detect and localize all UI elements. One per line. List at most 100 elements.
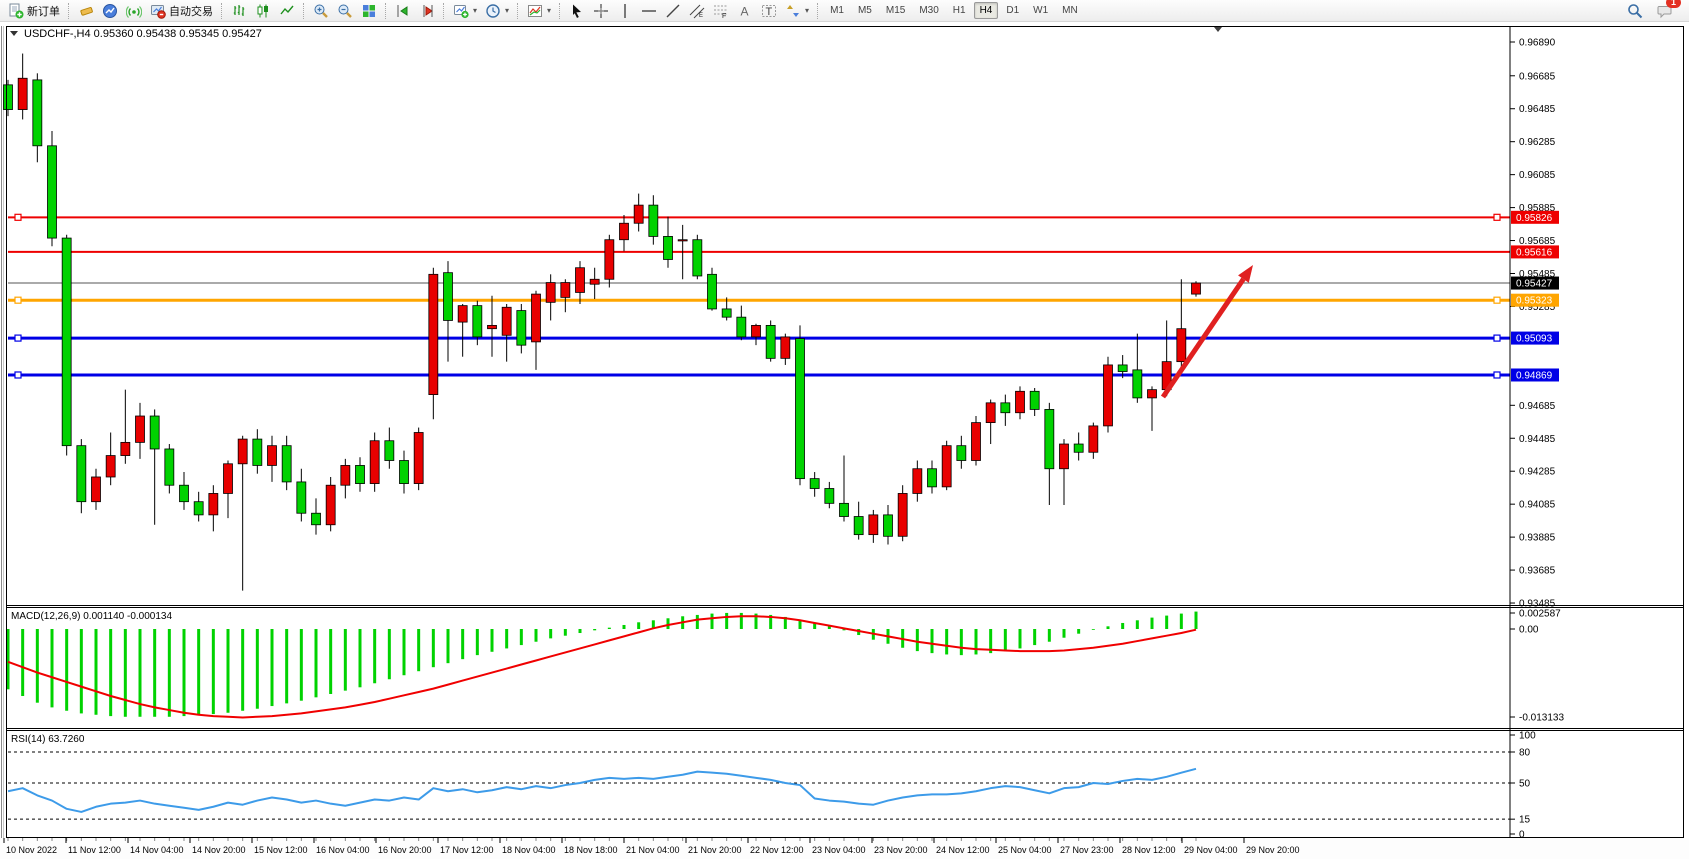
signals-button[interactable]	[122, 0, 146, 22]
market-watch-icon	[102, 3, 118, 19]
price-badge-label: 0.94869	[1516, 370, 1553, 381]
tab-timeframe-M1[interactable]: M1	[824, 2, 850, 19]
macd-histogram-bar	[197, 629, 200, 715]
cursor-icon	[569, 3, 585, 19]
tab-timeframe-MN[interactable]: MN	[1056, 2, 1084, 19]
notifications-button[interactable]: 1	[1653, 0, 1677, 22]
candle-body	[209, 493, 218, 514]
line-handle[interactable]	[15, 214, 21, 220]
indicators-button[interactable]: ▾	[523, 0, 555, 22]
time-label: 27 Nov 23:00	[1060, 845, 1114, 855]
candle-body	[414, 432, 423, 483]
candle-body	[326, 485, 335, 525]
cursor-button[interactable]	[565, 0, 589, 22]
market-watch-button[interactable]	[98, 0, 122, 22]
line-handle[interactable]	[1494, 372, 1500, 378]
macd-axis-label: 0.00	[1519, 625, 1539, 636]
macd-histogram-bar	[388, 629, 391, 679]
macd-histogram-bar	[212, 629, 215, 714]
crosshair-button[interactable]	[589, 0, 613, 22]
candle-body	[458, 306, 467, 322]
candle-body	[649, 205, 658, 236]
text-button[interactable]: A	[733, 0, 757, 22]
line-handle[interactable]	[15, 335, 21, 341]
candle-body	[737, 317, 746, 337]
time-label: 21 Nov 20:00	[688, 845, 742, 855]
profiles-button[interactable]: ▾	[481, 0, 513, 22]
separator	[559, 3, 561, 19]
text-label-button[interactable]: T	[757, 0, 781, 22]
chart-canvas[interactable]: USDCHF-,H4 0.95360 0.95438 0.95345 0.954…	[0, 24, 1689, 859]
macd-histogram-bar	[549, 629, 552, 638]
time-label: 28 Nov 12:00	[1122, 845, 1176, 855]
candlestick-button[interactable]	[251, 0, 275, 22]
tab-timeframe-H1[interactable]: H1	[947, 2, 972, 19]
trendline-button[interactable]	[661, 0, 685, 22]
chart-shift-button[interactable]	[415, 0, 439, 22]
candle-body	[136, 416, 145, 442]
macd-histogram-bar	[945, 629, 948, 654]
macd-histogram-bar	[256, 629, 259, 709]
line-handle[interactable]	[1494, 297, 1500, 303]
rsi-label: RSI(14) 63.7260	[11, 734, 85, 745]
new-order-button[interactable]: 新订单	[4, 0, 64, 22]
macd-histogram-bar	[637, 622, 640, 629]
bar-chart-button[interactable]	[227, 0, 251, 22]
macd-histogram-bar	[975, 629, 978, 654]
macd-histogram-bar	[520, 629, 523, 645]
auto-scroll-button[interactable]	[391, 0, 415, 22]
candle-body	[473, 306, 482, 337]
rsi-axis-label: 15	[1519, 815, 1531, 826]
line-handle[interactable]	[1494, 214, 1500, 220]
zoom-in-button[interactable]	[309, 0, 333, 22]
candle-body	[884, 515, 893, 536]
fibonacci-icon: F	[713, 3, 729, 19]
arrows-button[interactable]: ▾	[781, 0, 813, 22]
tab-timeframe-D1[interactable]: D1	[1000, 2, 1025, 19]
mt4-window: { "toolbar": { "new_order_label": "新订单",…	[0, 0, 1689, 859]
candle-body	[752, 325, 761, 337]
new-chart-button[interactable]: ▾	[449, 0, 481, 22]
time-label: 14 Nov 04:00	[130, 845, 184, 855]
tile-windows-button[interactable]	[357, 0, 381, 22]
tab-timeframe-M30[interactable]: M30	[913, 2, 944, 19]
tab-timeframe-M5[interactable]: M5	[852, 2, 878, 19]
macd-axis-label: 0.002587	[1519, 609, 1561, 620]
line-handle[interactable]	[1494, 335, 1500, 341]
price-tick-label: 0.94485	[1519, 434, 1556, 445]
macd-histogram-bar	[1195, 612, 1198, 629]
fibonacci-button[interactable]: F	[709, 0, 733, 22]
price-badge-label: 0.95093	[1516, 334, 1553, 345]
tab-timeframe-M15[interactable]: M15	[880, 2, 911, 19]
macd-histogram-bar	[667, 618, 670, 629]
chart-shift-icon	[419, 3, 435, 19]
tab-timeframe-H4[interactable]: H4	[974, 2, 999, 19]
line-chart-button[interactable]	[275, 0, 299, 22]
chart-area[interactable]: USDCHF-,H4 0.95360 0.95438 0.95345 0.954…	[0, 22, 1689, 859]
crayon-icon	[78, 3, 94, 19]
candle-body	[898, 493, 907, 536]
styles-button[interactable]	[74, 0, 98, 22]
candle-body	[1148, 390, 1157, 398]
horizontal-line-button[interactable]	[637, 0, 661, 22]
tab-timeframe-W1[interactable]: W1	[1027, 2, 1054, 19]
macd-histogram-bar	[227, 629, 230, 713]
candle-body	[781, 337, 790, 358]
zoom-out-button[interactable]	[333, 0, 357, 22]
auto-trading-button[interactable]: 自动交易	[146, 0, 217, 22]
price-tick-label: 0.96685	[1519, 71, 1556, 82]
search-button[interactable]	[1623, 0, 1647, 22]
candle-body	[1133, 370, 1142, 398]
price-tick-label: 0.94685	[1519, 401, 1556, 412]
candle-body	[1074, 444, 1083, 452]
line-handle[interactable]	[15, 372, 21, 378]
time-label: 18 Nov 18:00	[564, 845, 618, 855]
candle-body	[854, 517, 863, 535]
vertical-line-button[interactable]	[613, 0, 637, 22]
candle-body	[106, 456, 115, 477]
time-label: 17 Nov 12:00	[440, 845, 494, 855]
channel-button[interactable]: E	[685, 0, 709, 22]
macd-histogram-bar	[461, 629, 464, 659]
line-handle[interactable]	[15, 297, 21, 303]
candle-body	[546, 283, 555, 303]
